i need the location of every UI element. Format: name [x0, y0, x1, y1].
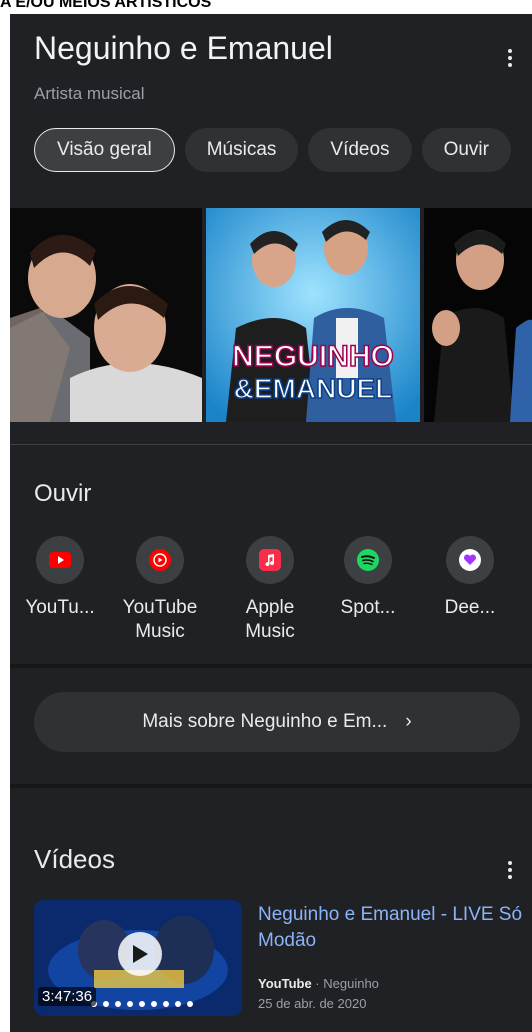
document-header: A E/OU MEIOS ARTÍSTICOS	[0, 0, 532, 14]
more-about-button[interactable]: Mais sobre Neguinho e Em... ›	[34, 692, 520, 752]
youtube-icon	[49, 552, 71, 568]
listen-youtube-music[interactable]: YouTube Music	[112, 536, 208, 644]
video-source-name: YouTube	[258, 976, 312, 991]
section-separator	[10, 784, 532, 788]
listen-label: Dee...	[444, 597, 496, 618]
listen-section-title: Ouvir	[34, 480, 92, 507]
more-about-label: Mais sobre Neguinho e Em...	[142, 711, 388, 732]
videos-section-title: Vídeos	[34, 844, 115, 874]
listen-deezer[interactable]: Dee...	[422, 536, 518, 620]
video-channel: Neguinho	[323, 976, 379, 991]
apple-music-icon	[259, 549, 281, 571]
video-duration: 3:47:36	[38, 987, 97, 1006]
gallery-photo-1[interactable]	[10, 208, 202, 422]
tab-overview[interactable]: Visão geral	[34, 128, 175, 172]
entity-subtitle: Artista musical	[34, 84, 145, 103]
listen-label: YouTube Music	[122, 597, 198, 642]
listen-label: YouTu...	[25, 597, 95, 618]
listen-youtube[interactable]: YouTu...	[12, 536, 108, 620]
listen-label: Spot...	[340, 597, 396, 618]
video-source: YouTube · Neguinho	[258, 976, 379, 991]
section-separator	[10, 664, 532, 668]
page-title: Neguinho e Emanuel	[34, 30, 333, 66]
tab-videos[interactable]: Vídeos	[308, 128, 412, 172]
deezer-icon	[459, 549, 481, 571]
spotify-icon	[357, 549, 379, 571]
poster-text-2: &EMANUEL	[234, 373, 393, 404]
image-gallery: NEGUINHO &EMANUEL	[10, 208, 532, 422]
gallery-photo-3[interactable]	[424, 208, 532, 422]
poster-text-1: NEGUINHO	[232, 340, 394, 373]
listen-label: Apple Music	[245, 597, 295, 642]
videos-more-options-icon[interactable]	[500, 856, 520, 884]
gallery-photo-2[interactable]: NEGUINHO &EMANUEL	[206, 208, 420, 422]
listen-apple-music[interactable]: Apple Music	[222, 536, 318, 644]
tab-songs[interactable]: Músicas	[184, 128, 299, 172]
divider	[10, 444, 532, 445]
youtube-music-icon	[149, 549, 171, 571]
tab-listen[interactable]: Ouvir	[421, 128, 511, 172]
listen-spotify[interactable]: Spot...	[320, 536, 416, 620]
listen-options: YouTu... YouTube Music Apple Music Spot.…	[10, 536, 532, 646]
video-thumbnail[interactable]: 3:47:36	[34, 900, 242, 1016]
chevron-right-icon: ›	[405, 711, 412, 732]
tab-chips: Visão geral Músicas Vídeos Ouvir	[34, 128, 511, 174]
more-options-icon[interactable]	[500, 44, 520, 72]
knowledge-panel: Neguinho e Emanuel Artista musical Visão…	[10, 14, 532, 1032]
video-title-link[interactable]: Neguinho e Emanuel - LIVE Só Modão	[258, 902, 528, 954]
video-date: 25 de abr. de 2020	[258, 996, 367, 1011]
play-icon[interactable]	[118, 932, 162, 976]
